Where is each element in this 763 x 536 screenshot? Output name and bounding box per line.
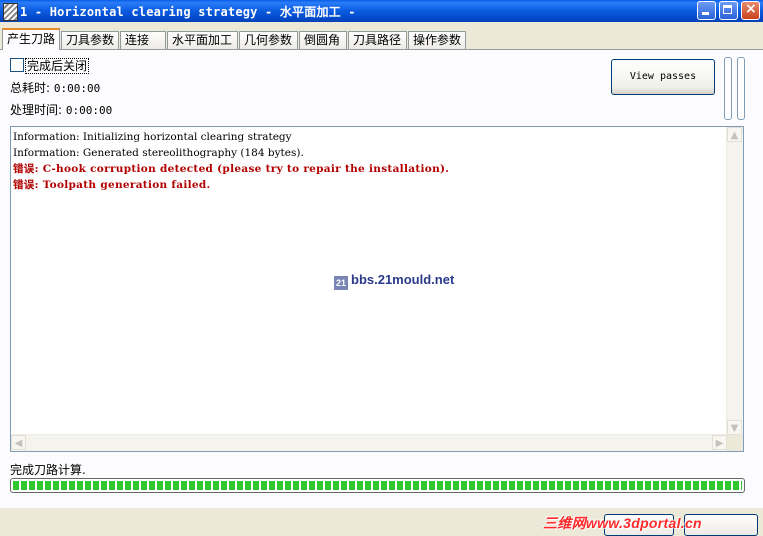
maximize-icon <box>723 5 732 14</box>
scroll-up-icon[interactable]: ▲ <box>727 127 742 142</box>
scroll-corner <box>727 435 743 451</box>
close-on-complete-label[interactable]: 完成后关闭 <box>25 57 90 74</box>
tab-horizontal-machining[interactable]: 水平面加工 <box>167 31 238 49</box>
process-time-label: 处理时间: <box>10 103 63 117</box>
vertical-slider-right[interactable] <box>737 57 745 120</box>
document-stripes-icon <box>3 3 18 21</box>
forum-logo-icon: 21 <box>334 276 348 290</box>
forum-watermark: 21 bbs.21mould.net <box>334 272 454 290</box>
log-line-error: 错误: Toolpath generation failed. <box>13 179 211 191</box>
scroll-left-icon[interactable]: ◀ <box>11 435 26 450</box>
window-title: 1 - Horizontal clearing strategy - 水平面加工… <box>20 5 356 19</box>
vertical-slider-left[interactable] <box>724 57 732 120</box>
process-time-row: 处理时间: 0:00:00 <box>10 101 112 118</box>
log-line-info: Information: Generated stereolithography… <box>13 147 304 159</box>
title-bar[interactable]: 1 - Horizontal clearing strategy - 水平面加工… <box>0 0 763 22</box>
close-on-complete-checkbox[interactable] <box>10 58 24 72</box>
vertical-scrollbar[interactable]: ▲ ▼ <box>726 127 743 435</box>
progress-bar <box>10 478 745 493</box>
horizontal-scrollbar[interactable]: ◀ ▶ <box>11 434 727 451</box>
log-lines: Information: Initializing horizontal cle… <box>13 129 449 193</box>
total-time-label: 总耗时: <box>10 81 51 95</box>
minimize-button[interactable] <box>697 1 716 20</box>
tab-generate-toolpath[interactable]: 产生刀路 <box>2 28 60 50</box>
total-time-value: 0:00:00 <box>53 82 101 95</box>
view-passes-button[interactable]: View passes <box>611 59 715 95</box>
tab-links[interactable]: 连接 <box>120 31 166 49</box>
close-button[interactable]: × <box>741 1 760 20</box>
tab-tool-params[interactable]: 刀具参数 <box>61 31 119 49</box>
tab-strip: 产生刀路 刀具参数 连接 水平面加工 几何参数 倒圆角 刀具路径 操作参数 <box>0 28 763 50</box>
scroll-down-icon[interactable]: ▼ <box>727 420 742 435</box>
process-time-value: 0:00:00 <box>65 104 113 117</box>
site-watermark: 三维网www.3dportal.cn <box>543 515 702 531</box>
tab-operation-params[interactable]: 操作参数 <box>408 31 466 49</box>
close-icon: × <box>745 1 757 17</box>
tab-geometry-params[interactable]: 几何参数 <box>239 31 298 49</box>
tab-toolpath[interactable]: 刀具路径 <box>348 31 407 49</box>
progress-fill <box>13 481 742 490</box>
status-text: 完成刀路计算. <box>10 463 86 477</box>
minimize-icon <box>702 12 709 15</box>
scroll-right-icon[interactable]: ▶ <box>712 435 727 450</box>
total-time-row: 总耗时: 0:00:00 <box>10 79 100 96</box>
forum-watermark-text: bbs.21mould.net <box>351 272 455 287</box>
log-line-error: 错误: C-hook corruption detected (please t… <box>13 163 450 175</box>
tab-fillet[interactable]: 倒圆角 <box>299 31 347 49</box>
log-line-info: Information: Initializing horizontal cle… <box>13 131 292 143</box>
maximize-button[interactable] <box>719 1 738 20</box>
